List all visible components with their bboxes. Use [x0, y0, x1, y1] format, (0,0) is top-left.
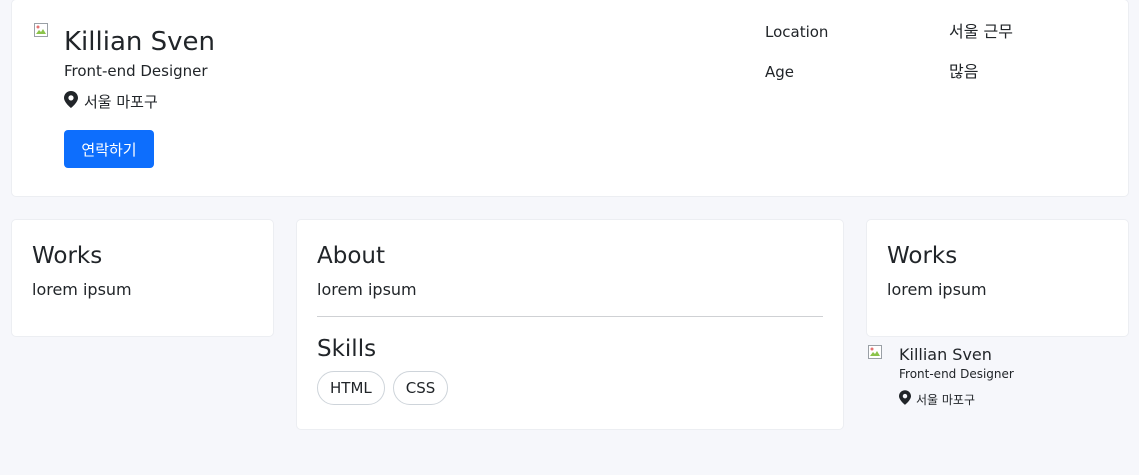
profile-location: 서울 마포구 — [64, 91, 158, 113]
about-card: About lorem ipsum Skills HTML CSS — [296, 219, 844, 430]
works-card-left: Works lorem ipsum — [11, 219, 274, 337]
mini-avatar-broken-image-icon — [867, 344, 883, 360]
works-text-left: lorem ipsum — [32, 280, 132, 299]
profile-card: Killian Sven Front-end Designer 서울 마포구 연… — [11, 0, 1129, 197]
skill-chip-html: HTML — [317, 371, 385, 405]
mini-profile-role: Front-end Designer — [899, 367, 1014, 381]
about-title: About — [317, 243, 386, 269]
works-title-right: Works — [887, 243, 958, 269]
map-pin-icon — [899, 390, 911, 410]
map-pin-icon — [64, 91, 78, 113]
detail-value-location: 서울 근무 — [949, 22, 1013, 41]
works-text-right: lorem ipsum — [887, 280, 987, 299]
profile-role: Front-end Designer — [64, 62, 208, 80]
works-card-right: Works lorem ipsum — [866, 219, 1129, 337]
profile-location-text: 서울 마포구 — [84, 93, 158, 111]
detail-value-age: 많음 — [949, 62, 979, 81]
avatar-broken-image-icon — [33, 22, 49, 38]
about-divider — [317, 316, 823, 317]
mini-profile-location: 서울 마포구 — [899, 390, 975, 410]
profile-name: Killian Sven — [64, 27, 215, 57]
skills-title: Skills — [317, 336, 377, 362]
mini-profile-name: Killian Sven — [899, 345, 992, 364]
skill-chip-css: CSS — [392, 371, 449, 405]
mini-profile-location-text: 서울 마포구 — [916, 393, 976, 407]
detail-label-age: Age — [765, 63, 795, 81]
detail-label-location: Location — [765, 23, 829, 41]
skills-list: HTML CSS — [317, 371, 449, 405]
contact-button[interactable]: 연락하기 — [64, 130, 154, 168]
works-title-left: Works — [32, 243, 103, 269]
about-text: lorem ipsum — [317, 280, 417, 299]
